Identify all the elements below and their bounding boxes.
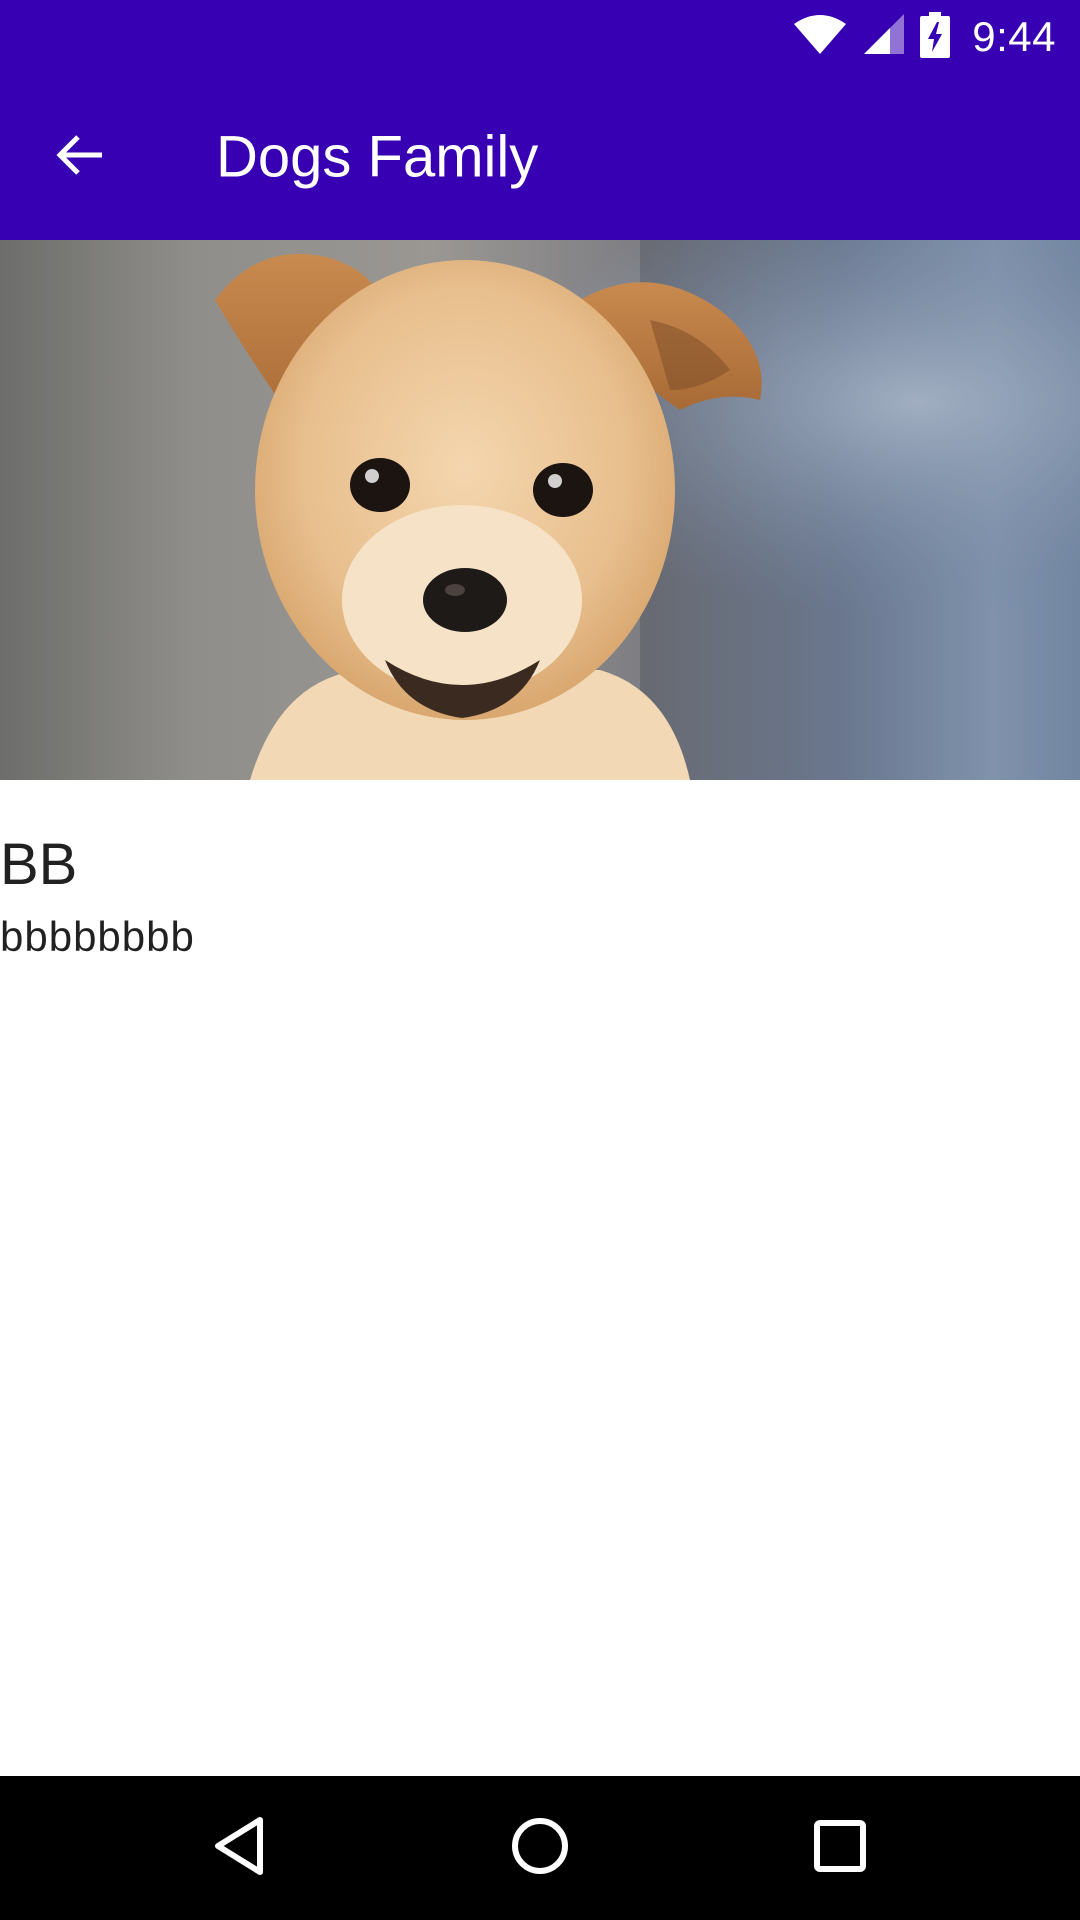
system-nav-bar [0, 1776, 1080, 1920]
cell-signal-icon [862, 13, 906, 61]
item-title: BB [0, 832, 78, 897]
nav-home-button[interactable] [468, 1776, 612, 1920]
status-time: 9:44 [972, 13, 1056, 60]
puppy-photo [0, 240, 1080, 780]
page-title: Dogs Family [216, 124, 539, 190]
recents-square-icon [812, 1818, 868, 1879]
arrow-back-icon [54, 129, 106, 186]
home-circle-icon [510, 1816, 570, 1881]
nav-recents-button[interactable] [768, 1776, 912, 1920]
status-bar: 9:44 [0, 0, 1080, 74]
status-icons: 9:44 [792, 0, 1056, 74]
item-description: bbbbbbbb [0, 913, 195, 960]
battery-charging-icon [920, 11, 951, 63]
back-button[interactable] [36, 113, 124, 201]
back-triangle-icon [212, 1816, 268, 1881]
nav-back-button[interactable] [168, 1776, 312, 1920]
wifi-icon [792, 14, 848, 61]
app-bar: Dogs Family [0, 74, 1080, 240]
